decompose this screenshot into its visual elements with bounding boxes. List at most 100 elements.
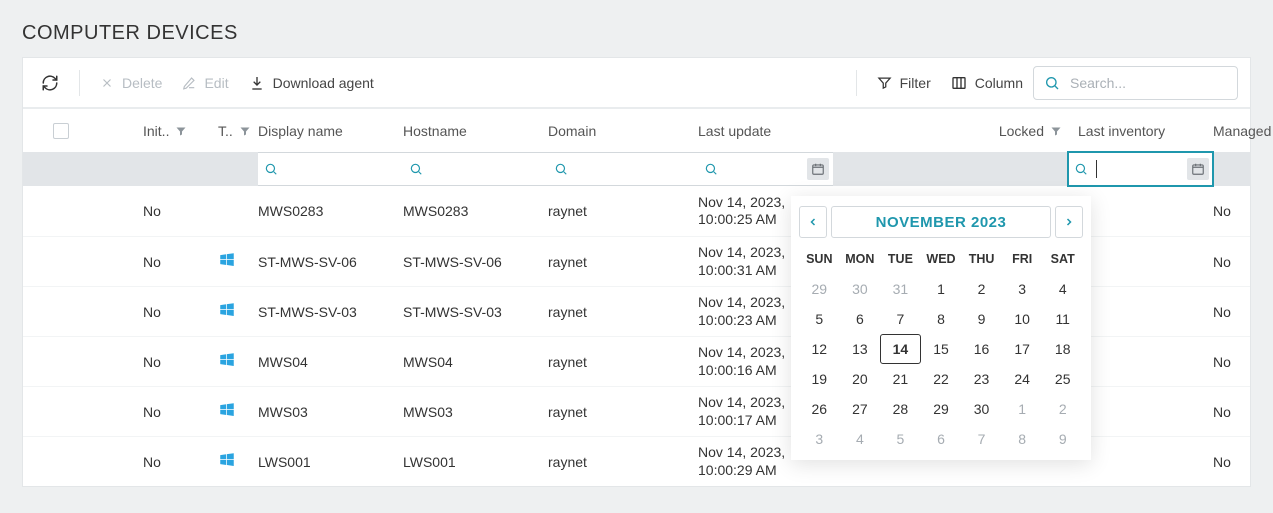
calendar-day[interactable]: 3 [799,424,840,454]
calendar-day[interactable]: 30 [840,274,881,304]
calendar-dow: MON [840,246,881,274]
filter-button[interactable]: Filter [867,67,941,99]
col-display-name[interactable]: Display name [258,123,403,139]
cell-display-name: ST-MWS-SV-03 [258,298,403,326]
column-button[interactable]: Column [941,67,1033,99]
calendar-dow: SUN [799,246,840,274]
calendar-next-button[interactable] [1055,206,1083,238]
calendar-prev-button[interactable] [799,206,827,238]
calendar-day[interactable]: 19 [799,364,840,394]
calendar-dow: THU [961,246,1002,274]
cell-managed: No [1213,348,1273,376]
download-agent-button[interactable]: Download agent [239,67,384,99]
calendar-dow: TUE [880,246,921,274]
search-icon [264,162,278,176]
calendar-day[interactable]: 2 [1042,394,1083,424]
calendar-day[interactable]: 15 [921,334,962,364]
calendar-day[interactable]: 31 [880,274,921,304]
calendar-day[interactable]: 4 [840,424,881,454]
calendar-day[interactable]: 22 [921,364,962,394]
col-domain[interactable]: Domain [548,123,698,139]
calendar-day[interactable]: 16 [961,334,1002,364]
windows-icon [218,401,236,419]
search-input[interactable] [1068,74,1253,92]
select-all-checkbox[interactable] [53,123,69,139]
windows-icon [218,451,236,469]
calendar-day[interactable]: 8 [921,304,962,334]
col-locked[interactable]: Locked [968,123,1068,139]
filter-domain[interactable] [548,152,698,186]
refresh-icon [41,74,59,92]
calendar-day[interactable]: 10 [1002,304,1043,334]
toolbar-separator [79,70,80,96]
col-type-label: T.. [218,123,233,139]
calendar-day[interactable]: 7 [880,304,921,334]
filter-last-update[interactable] [698,152,833,186]
calendar-day[interactable]: 30 [961,394,1002,424]
col-last-inventory[interactable]: Last inventory [1068,123,1213,139]
col-update-label: Last update [698,123,771,139]
cell-display-name: MWS03 [258,398,403,426]
col-managed[interactable]: Managed [1213,123,1273,139]
cell-managed: No [1213,448,1273,476]
calendar-day[interactable]: 18 [1042,334,1083,364]
calendar-icon[interactable] [807,158,829,180]
calendar-day[interactable]: 23 [961,364,1002,394]
calendar-day[interactable]: 24 [1002,364,1043,394]
toolbar: Delete Edit Download agent Filt [23,58,1250,108]
edit-label: Edit [204,75,228,91]
page-title: COMPUTER DEVICES [22,8,1251,57]
cell-os-icon [218,205,258,217]
col-locked-label: Locked [999,123,1044,139]
calendar-day[interactable]: 1 [921,274,962,304]
edit-button: Edit [172,67,238,99]
calendar-day[interactable]: 9 [1042,424,1083,454]
col-hostname[interactable]: Hostname [403,123,548,139]
calendar-title[interactable]: NOVEMBER 2023 [831,206,1051,238]
col-last-update[interactable]: Last update [698,123,833,139]
cell-init: No [143,398,218,426]
refresh-button[interactable] [31,67,69,99]
filter-last-inventory[interactable] [1068,152,1213,186]
windows-icon [218,351,236,369]
calendar-day[interactable]: 26 [799,394,840,424]
calendar-day[interactable]: 7 [961,424,1002,454]
calendar-day[interactable]: 17 [1002,334,1043,364]
calendar-day[interactable]: 11 [1042,304,1083,334]
calendar-day[interactable]: 27 [840,394,881,424]
calendar-day[interactable]: 8 [1002,424,1043,454]
filter-hostname[interactable] [403,152,548,186]
calendar-day[interactable]: 14 [880,334,921,364]
calendar-day[interactable]: 6 [921,424,962,454]
calendar-day[interactable]: 1 [1002,394,1043,424]
calendar-day[interactable]: 5 [799,304,840,334]
calendar-day[interactable]: 28 [880,394,921,424]
calendar-day[interactable]: 6 [840,304,881,334]
col-inventory-label: Last inventory [1078,123,1165,139]
calendar-day[interactable]: 29 [799,274,840,304]
col-type[interactable]: T.. [218,123,258,139]
cell-display-name: ST-MWS-SV-06 [258,248,403,276]
delete-label: Delete [122,75,162,91]
cell-os-icon [218,345,258,378]
search-icon [1074,162,1088,176]
search-box[interactable] [1033,66,1238,100]
calendar-day[interactable]: 4 [1042,274,1083,304]
cell-init: No [143,448,218,476]
calendar-day[interactable]: 29 [921,394,962,424]
calendar-day[interactable]: 21 [880,364,921,394]
calendar-day[interactable]: 25 [1042,364,1083,394]
calendar-day[interactable]: 20 [840,364,881,394]
calendar-day[interactable]: 9 [961,304,1002,334]
calendar-day[interactable]: 5 [880,424,921,454]
search-icon [409,162,423,176]
calendar-icon[interactable] [1187,158,1209,180]
calendar-day[interactable]: 3 [1002,274,1043,304]
calendar-day[interactable]: 13 [840,334,881,364]
cell-domain: raynet [548,197,698,225]
filter-display-name[interactable] [258,152,403,186]
calendar-day[interactable]: 12 [799,334,840,364]
filter-label: Filter [900,75,931,91]
calendar-day[interactable]: 2 [961,274,1002,304]
col-init[interactable]: Init.. [143,123,218,139]
